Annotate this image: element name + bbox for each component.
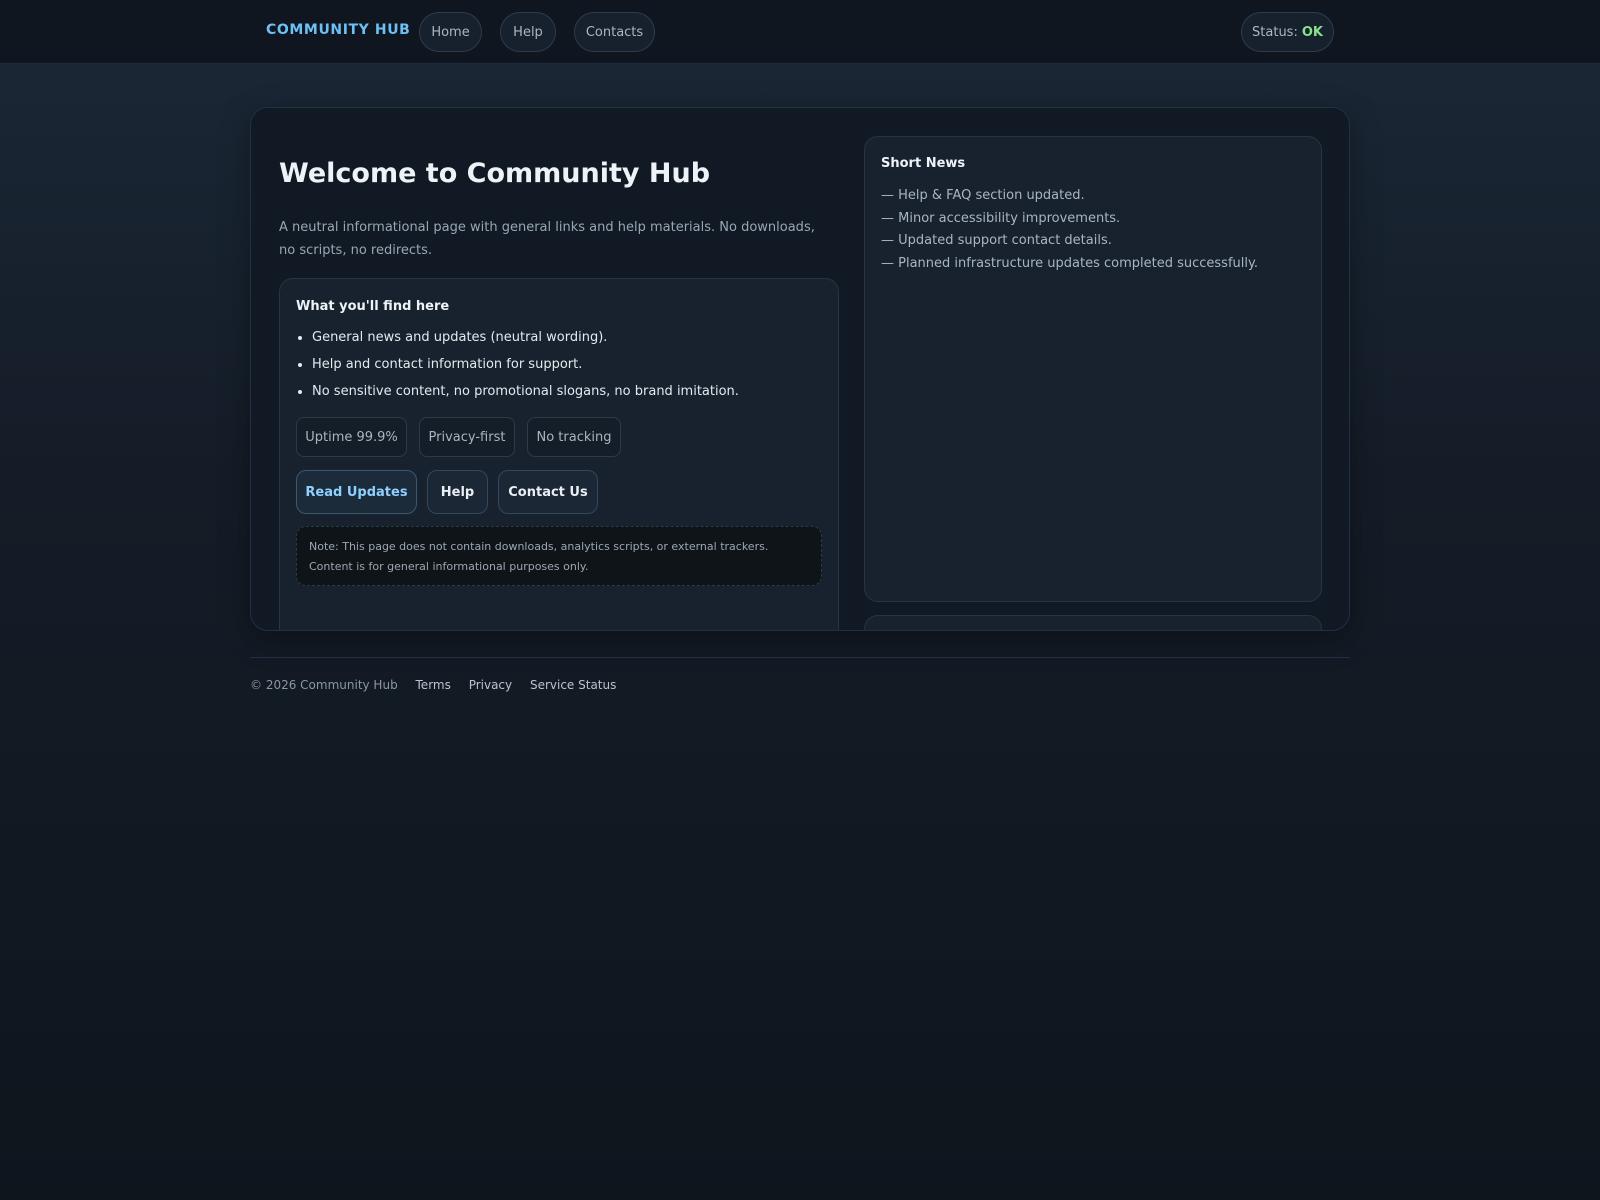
copyright-text: © 2026 Community Hub (250, 678, 398, 692)
list-item: — Minor accessibility improvements. (881, 210, 1121, 226)
short-news-panel: Short News — Help & FAQ section updated.… (864, 136, 1322, 602)
status-badge: Status: OK (1241, 12, 1334, 52)
list-item: No sensitive content, no promotional slo… (312, 383, 822, 410)
footer-privacy-link[interactable]: Privacy (469, 678, 512, 692)
page-description: A neutral informational page with genera… (279, 220, 815, 258)
footer: © 2026 Community Hub Terms Privacy Servi… (250, 678, 616, 692)
footer-divider (250, 657, 1350, 658)
list-item: — Help & FAQ section updated. (881, 188, 1085, 203)
news-list: — Help & FAQ section updated. — Minor ac… (881, 185, 1311, 275)
top-navigation-bar: COMMUNITY HUB Home Help Contacts Status:… (0, 0, 1600, 64)
no-tracking-tag: No tracking (527, 417, 621, 457)
help-button[interactable]: Help (427, 470, 488, 514)
status-label: Status: (1252, 24, 1298, 40)
nav-help-link[interactable]: Help (500, 12, 556, 52)
brand-logo-text[interactable]: COMMUNITY HUB (266, 22, 410, 38)
list-item: Help and contact information for support… (312, 356, 822, 383)
contact-us-button[interactable]: Contact Us (498, 470, 598, 514)
page-title: Welcome to Community Hub (279, 158, 711, 189)
uptime-tag: Uptime 99.9% (296, 417, 407, 457)
features-list: General news and updates (neutral wordin… (312, 329, 822, 410)
main-card: Welcome to Community Hub A neutral infor… (250, 107, 1350, 631)
list-item: — Updated support contact details. (881, 233, 1112, 248)
info-note: Note: This page does not contain downloa… (296, 526, 822, 586)
privacy-first-tag: Privacy-first (419, 417, 515, 457)
nav-contacts-link[interactable]: Contacts (574, 12, 655, 52)
secondary-panel (864, 615, 1322, 630)
news-heading: Short News (881, 156, 966, 171)
nav-home-link[interactable]: Home (419, 12, 482, 52)
status-value: OK (1301, 24, 1323, 40)
list-item: General news and updates (neutral wordin… (312, 329, 822, 356)
footer-service-status-link[interactable]: Service Status (530, 678, 616, 692)
read-updates-button[interactable]: Read Updates (296, 470, 417, 514)
features-panel: What you'll find here General news and u… (279, 278, 839, 630)
list-item: — Planned infrastructure updates complet… (881, 255, 1258, 271)
features-heading: What you'll find here (296, 299, 450, 314)
footer-terms-link[interactable]: Terms (416, 678, 451, 692)
